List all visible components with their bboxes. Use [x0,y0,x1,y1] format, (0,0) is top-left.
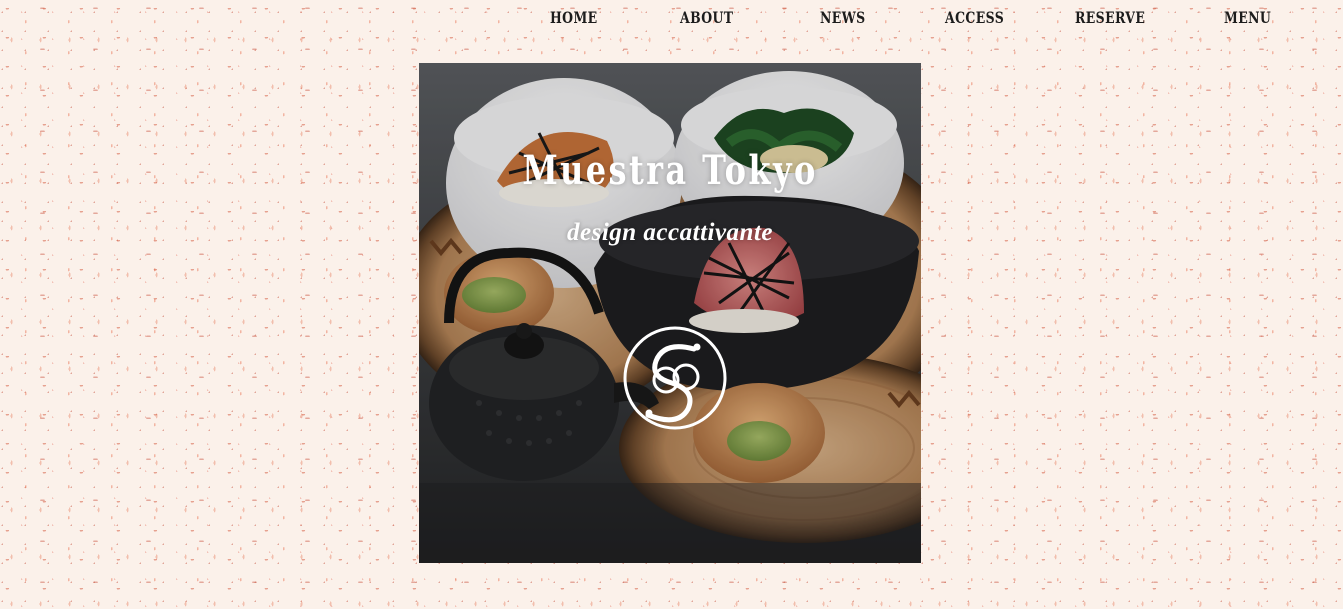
monogram-logo-icon[interactable] [622,325,728,431]
hero-section: Muestra Tokyo design accattivante [419,63,921,563]
nav-about[interactable]: ABOUT [680,8,733,27]
main-nav: HOME ABOUT NEWS ACCESS RESERVE MENU [500,8,1330,34]
nav-home[interactable]: HOME [550,8,598,27]
hero-food-photo [419,63,921,563]
hero-subtitle: design accattivante [567,219,773,246]
nav-reserve[interactable]: RESERVE [1075,8,1145,27]
hero-title: Muestra Tokyo [522,147,818,194]
nav-access[interactable]: ACCESS [945,8,1004,27]
nav-menu[interactable]: MENU [1224,8,1271,27]
nav-news[interactable]: NEWS [820,8,866,27]
